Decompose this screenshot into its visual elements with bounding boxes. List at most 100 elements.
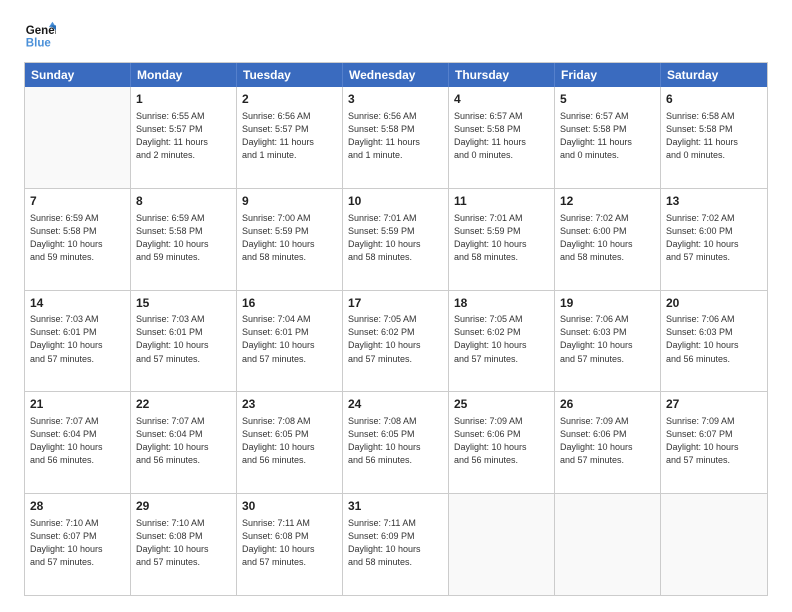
calendar-cell: 23 Sunrise: 7:08 AM Sunset: 6:05 PM Dayli… bbox=[237, 392, 343, 493]
calendar-cell: 9 Sunrise: 7:00 AM Sunset: 5:59 PM Daylig… bbox=[237, 189, 343, 290]
calendar-cell: 2 Sunrise: 6:56 AM Sunset: 5:57 PM Daylig… bbox=[237, 87, 343, 188]
header: General Blue bbox=[24, 20, 768, 52]
cell-day-number: 18 bbox=[454, 295, 549, 312]
calendar-cell: 29 Sunrise: 7:10 AM Sunset: 6:08 PM Dayli… bbox=[131, 494, 237, 595]
calendar-cell: 30 Sunrise: 7:11 AM Sunset: 6:08 PM Dayli… bbox=[237, 494, 343, 595]
cell-day-number: 5 bbox=[560, 91, 655, 108]
cell-day-number: 30 bbox=[242, 498, 337, 515]
cell-info: Sunrise: 7:09 AM Sunset: 6:06 PM Dayligh… bbox=[560, 415, 655, 467]
cell-info: Sunrise: 6:56 AM Sunset: 5:57 PM Dayligh… bbox=[242, 110, 337, 162]
calendar-cell: 16Sunrise: 7:04 AM Sunset: 6:01 PM Dayli… bbox=[237, 291, 343, 392]
calendar-cell bbox=[449, 494, 555, 595]
cell-day-number: 31 bbox=[348, 498, 443, 515]
calendar-cell: 1Sunrise: 6:55 AM Sunset: 5:57 PM Daylig… bbox=[131, 87, 237, 188]
calendar-cell: 7Sunrise: 6:59 AM Sunset: 5:58 PM Daylig… bbox=[25, 189, 131, 290]
calendar-row-5: 28Sunrise: 7:10 AM Sunset: 6:07 PM Dayli… bbox=[25, 493, 767, 595]
calendar-cell: 5 Sunrise: 6:57 AM Sunset: 5:58 PM Daylig… bbox=[555, 87, 661, 188]
calendar-cell: 18Sunrise: 7:05 AM Sunset: 6:02 PM Dayli… bbox=[449, 291, 555, 392]
cell-day-number: 24 bbox=[348, 396, 443, 413]
day-name-wednesday: Wednesday bbox=[343, 63, 449, 87]
calendar-cell: 17Sunrise: 7:05 AM Sunset: 6:02 PM Dayli… bbox=[343, 291, 449, 392]
cell-day-number: 25 bbox=[454, 396, 549, 413]
calendar-cell: 26 Sunrise: 7:09 AM Sunset: 6:06 PM Dayli… bbox=[555, 392, 661, 493]
calendar-cell: 12Sunrise: 7:02 AM Sunset: 6:00 PM Dayli… bbox=[555, 189, 661, 290]
calendar-cell: 10 Sunrise: 7:01 AM Sunset: 5:59 PM Dayli… bbox=[343, 189, 449, 290]
cell-day-number: 9 bbox=[242, 193, 337, 210]
cell-day-number: 3 bbox=[348, 91, 443, 108]
calendar-cell: 22 Sunrise: 7:07 AM Sunset: 6:04 PM Dayli… bbox=[131, 392, 237, 493]
cell-day-number: 6 bbox=[666, 91, 762, 108]
cell-info: Sunrise: 7:06 AM Sunset: 6:03 PM Dayligh… bbox=[560, 313, 655, 365]
day-name-friday: Friday bbox=[555, 63, 661, 87]
calendar-header: SundayMondayTuesdayWednesdayThursdayFrid… bbox=[25, 63, 767, 87]
cell-info: Sunrise: 7:04 AM Sunset: 6:01 PM Dayligh… bbox=[242, 313, 337, 365]
cell-info: Sunrise: 7:07 AM Sunset: 6:04 PM Dayligh… bbox=[136, 415, 231, 467]
day-name-thursday: Thursday bbox=[449, 63, 555, 87]
cell-info: Sunrise: 7:08 AM Sunset: 6:05 PM Dayligh… bbox=[242, 415, 337, 467]
cell-info: Sunrise: 6:57 AM Sunset: 5:58 PM Dayligh… bbox=[560, 110, 655, 162]
cell-day-number: 2 bbox=[242, 91, 337, 108]
calendar-cell: 19Sunrise: 7:06 AM Sunset: 6:03 PM Dayli… bbox=[555, 291, 661, 392]
cell-info: Sunrise: 6:59 AM Sunset: 5:58 PM Dayligh… bbox=[136, 212, 231, 264]
logo: General Blue bbox=[24, 20, 56, 52]
day-name-sunday: Sunday bbox=[25, 63, 131, 87]
calendar-row-2: 7 Sunrise: 6:59 AM Sunset: 5:58 PM Daylig… bbox=[25, 188, 767, 290]
cell-day-number: 10 bbox=[348, 193, 443, 210]
cell-day-number: 11 bbox=[454, 193, 549, 210]
cell-day-number: 29 bbox=[136, 498, 231, 515]
calendar-cell bbox=[25, 87, 131, 188]
cell-info: Sunrise: 7:03 AM Sunset: 6:01 PM Dayligh… bbox=[136, 313, 231, 365]
cell-info: Sunrise: 7:03 AM Sunset: 6:01 PM Dayligh… bbox=[30, 313, 125, 365]
calendar-cell: 21Sunrise: 7:07 AM Sunset: 6:04 PM Dayli… bbox=[25, 392, 131, 493]
calendar-cell: 8 Sunrise: 6:59 AM Sunset: 5:58 PM Daylig… bbox=[131, 189, 237, 290]
cell-day-number: 14 bbox=[30, 295, 125, 312]
calendar-cell: 11 Sunrise: 7:01 AM Sunset: 5:59 PM Dayli… bbox=[449, 189, 555, 290]
cell-day-number: 22 bbox=[136, 396, 231, 413]
cell-info: Sunrise: 7:10 AM Sunset: 6:08 PM Dayligh… bbox=[136, 517, 231, 569]
cell-day-number: 15 bbox=[136, 295, 231, 312]
cell-info: Sunrise: 7:01 AM Sunset: 5:59 PM Dayligh… bbox=[454, 212, 549, 264]
cell-info: Sunrise: 6:55 AM Sunset: 5:57 PM Dayligh… bbox=[136, 110, 231, 162]
cell-info: Sunrise: 7:11 AM Sunset: 6:08 PM Dayligh… bbox=[242, 517, 337, 569]
day-name-saturday: Saturday bbox=[661, 63, 767, 87]
calendar-cell bbox=[555, 494, 661, 595]
calendar-cell: 28Sunrise: 7:10 AM Sunset: 6:07 PM Dayli… bbox=[25, 494, 131, 595]
calendar-cell: 24 Sunrise: 7:08 AM Sunset: 6:05 PM Dayli… bbox=[343, 392, 449, 493]
calendar-cell bbox=[661, 494, 767, 595]
calendar-cell: 6 Sunrise: 6:58 AM Sunset: 5:58 PM Daylig… bbox=[661, 87, 767, 188]
cell-info: Sunrise: 7:01 AM Sunset: 5:59 PM Dayligh… bbox=[348, 212, 443, 264]
calendar-cell: 13 Sunrise: 7:02 AM Sunset: 6:00 PM Dayli… bbox=[661, 189, 767, 290]
cell-day-number: 19 bbox=[560, 295, 655, 312]
cell-info: Sunrise: 7:05 AM Sunset: 6:02 PM Dayligh… bbox=[348, 313, 443, 365]
cell-info: Sunrise: 6:56 AM Sunset: 5:58 PM Dayligh… bbox=[348, 110, 443, 162]
calendar-body: 1Sunrise: 6:55 AM Sunset: 5:57 PM Daylig… bbox=[25, 87, 767, 595]
day-name-tuesday: Tuesday bbox=[237, 63, 343, 87]
cell-info: Sunrise: 7:09 AM Sunset: 6:06 PM Dayligh… bbox=[454, 415, 549, 467]
svg-text:Blue: Blue bbox=[26, 38, 52, 50]
cell-day-number: 16 bbox=[242, 295, 337, 312]
cell-day-number: 8 bbox=[136, 193, 231, 210]
cell-info: Sunrise: 7:02 AM Sunset: 6:00 PM Dayligh… bbox=[560, 212, 655, 264]
cell-info: Sunrise: 6:58 AM Sunset: 5:58 PM Dayligh… bbox=[666, 110, 762, 162]
calendar-cell: 14Sunrise: 7:03 AM Sunset: 6:01 PM Dayli… bbox=[25, 291, 131, 392]
calendar-cell: 31Sunrise: 7:11 AM Sunset: 6:09 PM Dayli… bbox=[343, 494, 449, 595]
cell-info: Sunrise: 7:07 AM Sunset: 6:04 PM Dayligh… bbox=[30, 415, 125, 467]
cell-info: Sunrise: 6:57 AM Sunset: 5:58 PM Dayligh… bbox=[454, 110, 549, 162]
calendar-cell: 15Sunrise: 7:03 AM Sunset: 6:01 PM Dayli… bbox=[131, 291, 237, 392]
cell-day-number: 27 bbox=[666, 396, 762, 413]
cell-info: Sunrise: 7:05 AM Sunset: 6:02 PM Dayligh… bbox=[454, 313, 549, 365]
cell-day-number: 13 bbox=[666, 193, 762, 210]
cell-day-number: 23 bbox=[242, 396, 337, 413]
cell-info: Sunrise: 7:10 AM Sunset: 6:07 PM Dayligh… bbox=[30, 517, 125, 569]
cell-info: Sunrise: 7:09 AM Sunset: 6:07 PM Dayligh… bbox=[666, 415, 762, 467]
cell-day-number: 7 bbox=[30, 193, 125, 210]
cell-day-number: 17 bbox=[348, 295, 443, 312]
calendar-cell: 20Sunrise: 7:06 AM Sunset: 6:03 PM Dayli… bbox=[661, 291, 767, 392]
cell-info: Sunrise: 7:06 AM Sunset: 6:03 PM Dayligh… bbox=[666, 313, 762, 365]
cell-info: Sunrise: 7:08 AM Sunset: 6:05 PM Dayligh… bbox=[348, 415, 443, 467]
cell-info: Sunrise: 7:02 AM Sunset: 6:00 PM Dayligh… bbox=[666, 212, 762, 264]
page: General Blue SundayMondayTuesdayWednesda… bbox=[0, 0, 792, 612]
cell-day-number: 26 bbox=[560, 396, 655, 413]
cell-info: Sunrise: 7:00 AM Sunset: 5:59 PM Dayligh… bbox=[242, 212, 337, 264]
cell-day-number: 4 bbox=[454, 91, 549, 108]
